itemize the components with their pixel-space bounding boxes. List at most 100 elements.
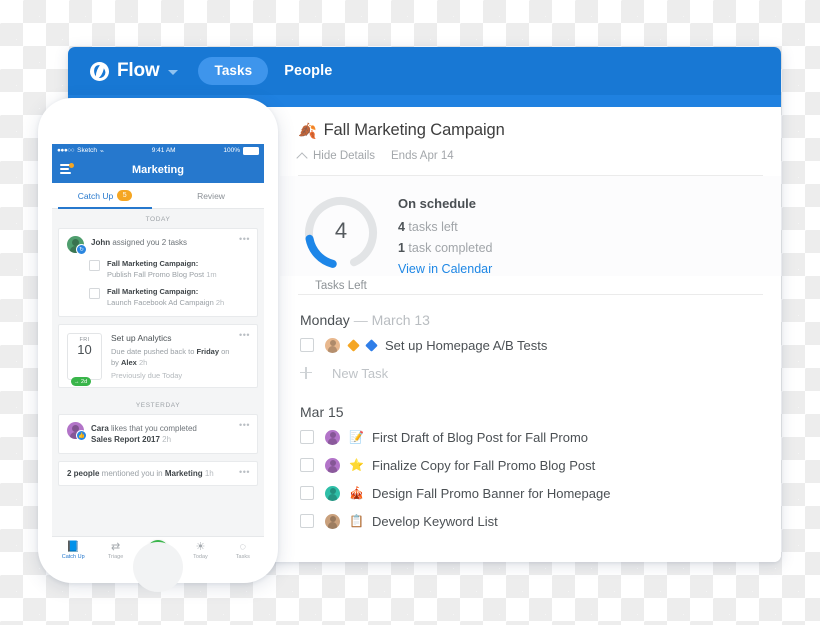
subtask-checkbox[interactable] (89, 287, 100, 299)
view-in-calendar-link[interactable]: View in Calendar (398, 262, 493, 276)
table-row[interactable]: ⭐ Finalize Copy for Fall Promo Blog Post (300, 451, 781, 479)
catch-up-icon: 📘 (66, 541, 81, 553)
analytics-card-body: Set up Analytics Due date pushed back to… (111, 332, 229, 381)
phone-tabbar-item-tasks-check-icon[interactable]: ◌ Tasks (222, 542, 264, 561)
task-title: Develop Keyword List (372, 513, 498, 529)
tasks-left-label: Tasks Left (315, 280, 367, 292)
table-row[interactable]: Set up Homepage A/B Tests (300, 331, 781, 359)
card-overflow-menu-icon[interactable]: ••• (239, 420, 250, 430)
page-title: 🍂 Fall Marketing Campaign (298, 121, 781, 140)
subtask-checkbox[interactable] (89, 260, 100, 271)
feed-card-like[interactable]: ••• 👍 Cara likes that you completed Sale… (58, 414, 258, 454)
date-shift-pill: → 2d (71, 377, 92, 386)
tab-tasks[interactable]: Tasks (198, 57, 269, 85)
mention-target: Marketing (164, 468, 203, 478)
phone-tab-catch-up[interactable]: Catch Up 5 (52, 190, 158, 201)
mention-middle: mentioned you in (99, 468, 165, 478)
brand-name: Flow (117, 60, 160, 81)
project-subheader: Hide Details Ends Apr 14 (296, 150, 781, 164)
avatar: ↻ (67, 236, 87, 255)
card-overflow-menu-icon[interactable]: ••• (239, 467, 250, 477)
schedule-status: On schedule (398, 196, 477, 211)
flow-logo-icon (90, 61, 109, 81)
plus-icon[interactable] (300, 367, 312, 379)
task-group-heading: Monday — March 13 (300, 312, 781, 328)
table-row[interactable]: 📝 First Draft of Blog Post for Fall Promo (300, 423, 781, 451)
leaf-emoji-icon: 🍂 (298, 122, 317, 140)
phone-tabbar-item-today-sun-icon[interactable]: ☀ Today (179, 541, 221, 561)
task-checkbox[interactable] (300, 338, 314, 352)
card-title: Cara likes that you completed Sales Repo… (91, 422, 197, 446)
task-emoji-icon: 📝 (349, 430, 364, 444)
assign-badge-icon: ↻ (76, 244, 87, 255)
feed-section-today: TODAY (145, 216, 171, 223)
list-item[interactable]: Fall Marketing Campaign: Launch Facebook… (89, 287, 249, 309)
new-task-row[interactable]: New Task (300, 359, 781, 387)
actor-name: John (91, 238, 111, 247)
subtask-text: Fall Marketing Campaign: Publish Fall Pr… (107, 259, 217, 281)
group-day: Mar 15 (300, 404, 344, 420)
card-header: ↻ John assigned you 2 tasks (67, 236, 249, 255)
app-top-nav: Flow Tasks People (68, 47, 781, 95)
by-text: by (111, 357, 122, 367)
task-title: First Draft of Blog Post for Fall Promo (372, 429, 589, 445)
project-summary: 4 Tasks Left On schedule 4 tasks left 1 … (280, 176, 781, 292)
catch-up-badge: 5 (117, 190, 133, 201)
task-checkbox[interactable] (300, 430, 314, 444)
phone-tabbar-label: Triage (107, 554, 124, 560)
action-text: likes that you completed (108, 424, 197, 433)
feed-card-assigned[interactable]: ••• ↻ John assigned you 2 tasks Fall Mar… (58, 228, 258, 317)
today-sun-icon: ☀ (195, 541, 206, 553)
task-checkbox[interactable] (300, 458, 314, 472)
date-badge: FRI 10 → 2d (67, 332, 102, 386)
analytics-previous-due: Previously due Today (111, 371, 183, 380)
phone-tabbar-label: Catch Up (61, 554, 85, 560)
task-emoji-icon: 📋 (349, 514, 364, 528)
phone-tabbar-item-catch-up-icon[interactable]: 📘 Catch Up (52, 541, 94, 561)
project-title-text: Fall Marketing Campaign (323, 121, 505, 139)
action-text: assigned you 2 tasks (110, 238, 188, 247)
list-item[interactable]: Fall Marketing Campaign: Publish Fall Pr… (89, 259, 249, 281)
analytics-time: 2h (138, 357, 148, 367)
brand-logo[interactable]: Flow (90, 60, 179, 82)
phone-home-button[interactable] (133, 542, 183, 592)
tab-people[interactable]: People (284, 63, 332, 79)
signal-dots-icon: ●●●○○ (57, 147, 75, 154)
card-overflow-menu-icon[interactable]: ••• (239, 234, 250, 244)
analytics-line-2: by Alex 2h (111, 357, 229, 368)
hamburger-menu-icon[interactable] (60, 163, 74, 174)
phone-feed: TODAY ••• ↻ John assigned you 2 tasks Fa… (52, 209, 264, 536)
chevron-up-icon[interactable] (296, 151, 308, 164)
phone-tabbar-item-triage-icon[interactable]: ⇄ Triage (94, 542, 136, 561)
subtask-detail: Publish Fall Promo Blog Post (107, 269, 205, 279)
thumbs-up-badge-icon: 👍 (76, 430, 87, 441)
task-checkbox[interactable] (300, 486, 314, 500)
due-text-a: Due date pushed back to (111, 346, 197, 356)
feed-card-mention[interactable]: ••• 2 people mentioned you in Marketing … (58, 460, 258, 486)
phone-status-bar: ●●●○○ Sketch ⌁ 9:41 AM 100% (52, 144, 264, 157)
analytics-card-title: Set up Analytics (111, 332, 172, 343)
chevron-down-icon[interactable] (168, 70, 179, 75)
hide-details-button[interactable]: Hide Details (313, 150, 375, 162)
task-title: Design Fall Promo Banner for Homepage (372, 485, 611, 501)
card-overflow-menu-icon[interactable]: ••• (239, 330, 250, 340)
due-text-b: on (219, 346, 230, 356)
subtask-detail: Launch Facebook Ad Campaign (107, 297, 214, 307)
task-checkbox[interactable] (300, 514, 314, 528)
project-end-date: Ends Apr 14 (391, 150, 454, 162)
tasks-left-count: 4 (334, 218, 348, 243)
card-title: John assigned you 2 tasks (91, 236, 187, 249)
table-row[interactable]: 📋 Develop Keyword List (300, 507, 781, 535)
tag-diamond-icon-1 (365, 338, 378, 352)
new-task-label: New Task (332, 365, 389, 381)
task-group-heading: Mar 15 (300, 404, 781, 420)
table-row[interactable]: 🎪 Design Fall Promo Banner for Homepage (300, 479, 781, 507)
group-day: Monday (300, 312, 350, 328)
feed-card-analytics[interactable]: ••• FRI 10 → 2d Set up Analytics Due dat… (58, 323, 258, 388)
avatar (325, 337, 340, 353)
phone-tab-review[interactable]: Review (158, 191, 264, 201)
phone-nav-bar: Marketing (52, 157, 264, 183)
divider-summary (298, 294, 763, 295)
avatar (325, 485, 340, 501)
mention-prefix: 2 people (67, 468, 100, 478)
